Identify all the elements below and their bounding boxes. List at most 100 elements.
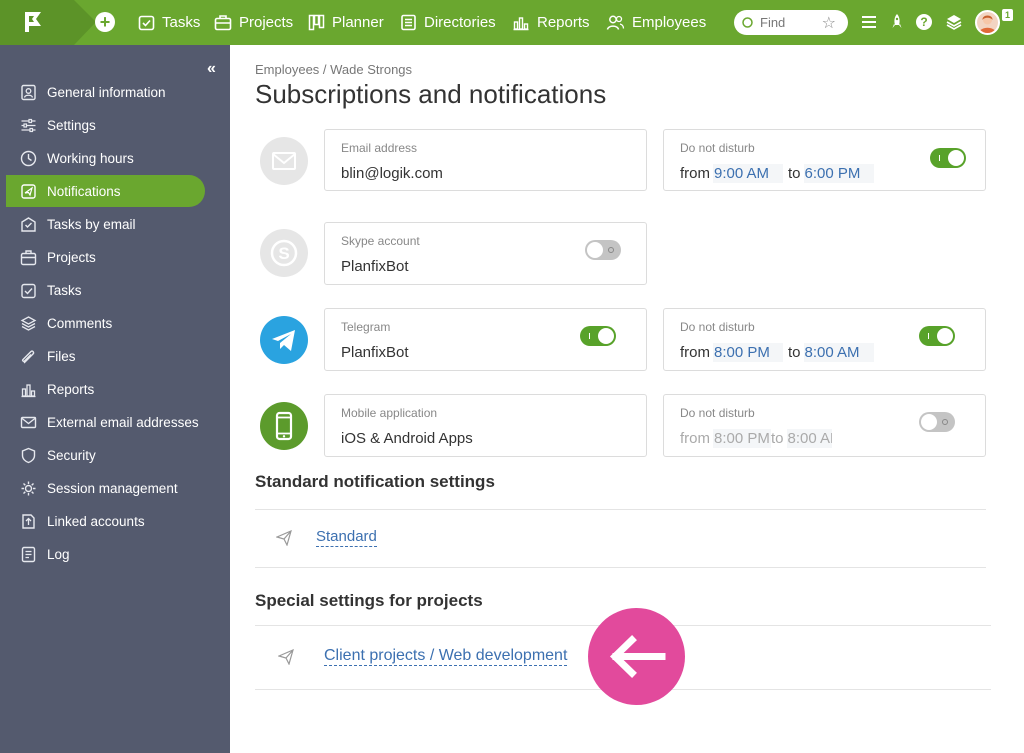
- telegram-label: Telegram: [341, 320, 391, 334]
- email-field[interactable]: blin@logik.com: [341, 165, 443, 182]
- search-placeholder: Find: [760, 15, 786, 30]
- nav-label: Planner: [332, 14, 384, 31]
- nav-reports[interactable]: Reports: [512, 0, 590, 45]
- mobile-field: iOS & Android Apps: [341, 430, 473, 447]
- nav-label: Reports: [537, 14, 590, 31]
- breadcrumb[interactable]: Employees / Wade Strongs: [255, 62, 412, 77]
- nav-label: Directories: [424, 14, 496, 31]
- skype-field[interactable]: PlanfixBot: [341, 258, 409, 275]
- sidebar: « General information Settings Working h…: [0, 45, 230, 753]
- sidebar-item-log[interactable]: Log: [6, 538, 205, 570]
- mobile-dnd-card: Do not disturb from 8:00 PM to 8:00 AM: [663, 394, 986, 457]
- telegram-dnd-toggle[interactable]: [919, 326, 955, 346]
- sidebar-item-label: Reports: [47, 381, 95, 397]
- add-new-icon[interactable]: +: [95, 12, 115, 32]
- sidebar-item-label: Log: [47, 546, 70, 562]
- sidebar-item-linked-accounts[interactable]: Linked accounts: [6, 505, 205, 537]
- directories-icon: [401, 14, 416, 31]
- sidebar-item-notifications[interactable]: Notifications: [6, 175, 205, 207]
- avatar-face-icon: [979, 15, 996, 33]
- shield-icon: [21, 447, 36, 463]
- email-card: Email address blin@logik.com: [324, 129, 647, 191]
- search-box[interactable]: Find ☆: [734, 10, 848, 35]
- skype-toggle[interactable]: [585, 240, 621, 260]
- pointer-annotation: [588, 608, 685, 705]
- divider: [255, 509, 986, 510]
- mobile-card: Mobile application iOS & Android Apps: [324, 394, 647, 457]
- sidebar-item-external-email-addresses[interactable]: External email addresses: [6, 406, 205, 438]
- sidebar-item-tasks-by-email[interactable]: Tasks by email: [6, 208, 205, 240]
- employees-icon: [606, 15, 625, 30]
- collapse-sidebar-icon[interactable]: «: [207, 60, 216, 78]
- mobile-dnd-range: from 8:00 PM to 8:00 AM: [680, 429, 837, 448]
- nav-employees[interactable]: Employees: [606, 0, 706, 45]
- mobile-dnd-start-input[interactable]: 8:00 PM: [713, 429, 771, 448]
- special-settings-row: Client projects / Web development: [278, 647, 568, 666]
- sidebar-item-label: Notifications: [47, 183, 121, 199]
- clock-icon: [20, 150, 37, 166]
- nav-projects[interactable]: Projects: [214, 0, 293, 45]
- sidebar-item-label: Comments: [47, 315, 113, 331]
- rocket-icon[interactable]: [888, 13, 906, 31]
- telegram-channel-icon: [260, 316, 308, 364]
- telegram-toggle[interactable]: [580, 326, 616, 346]
- planfix-logo-icon[interactable]: [22, 10, 44, 34]
- briefcase-icon: [20, 249, 37, 265]
- mobile-dnd-end-input[interactable]: 8:00 AM: [786, 429, 832, 448]
- sidebar-item-reports[interactable]: Reports: [6, 373, 205, 405]
- sidebar-item-tasks[interactable]: Tasks: [6, 274, 205, 306]
- nav-planner[interactable]: Planner: [308, 0, 384, 45]
- sidebar-item-files[interactable]: Files: [6, 340, 205, 372]
- sliders-icon: [21, 118, 36, 132]
- mail-task-icon: [21, 216, 36, 232]
- chart-icon: [21, 383, 36, 397]
- client-projects-link[interactable]: Client projects / Web development: [324, 647, 568, 666]
- email-dnd-end-input[interactable]: 6:00 PM: [803, 164, 874, 183]
- special-settings-title: Special settings for projects: [255, 591, 483, 610]
- dnd-to-label: to: [788, 344, 801, 361]
- dnd-label: Do not disturb: [680, 406, 755, 420]
- menu-icon[interactable]: [860, 13, 878, 31]
- sidebar-item-session-management[interactable]: Session management: [6, 472, 205, 504]
- skype-label: Skype account: [341, 234, 420, 248]
- id-card-icon: [21, 84, 36, 100]
- svg-text:?: ?: [920, 15, 927, 29]
- dnd-label: Do not disturb: [680, 320, 755, 334]
- favorites-star-icon[interactable]: ☆: [822, 13, 836, 33]
- telegram-dnd-start-input[interactable]: 8:00 PM: [713, 343, 783, 362]
- sidebar-item-comments[interactable]: Comments: [6, 307, 205, 339]
- sidebar-item-label: Linked accounts: [47, 513, 145, 529]
- notifications-icon: [21, 183, 36, 199]
- sidebar-item-security[interactable]: Security: [6, 439, 205, 471]
- nav-directories[interactable]: Directories: [400, 0, 496, 45]
- email-label: Email address: [341, 141, 418, 155]
- standard-settings-link[interactable]: Standard: [316, 528, 377, 547]
- sidebar-item-working-hours[interactable]: Working hours: [6, 142, 205, 174]
- sidebar-item-projects[interactable]: Projects: [6, 241, 205, 273]
- sidebar-item-label: External email addresses: [47, 414, 199, 430]
- linked-icon: [22, 513, 35, 529]
- search-icon: [742, 16, 753, 28]
- nav-tasks[interactable]: Tasks: [138, 0, 200, 45]
- user-avatar[interactable]: [975, 10, 1000, 35]
- email-dnd-card: Do not disturb from 9:00 AM to 6:00 PM: [663, 129, 986, 191]
- dnd-to-label: to: [771, 430, 784, 447]
- mobile-dnd-toggle[interactable]: [919, 412, 955, 432]
- mobile-label: Mobile application: [341, 406, 438, 420]
- email-dnd-start-input[interactable]: 9:00 AM: [713, 164, 783, 183]
- email-dnd-toggle[interactable]: [930, 148, 966, 168]
- telegram-field[interactable]: PlanfixBot: [341, 344, 409, 361]
- telegram-dnd-end-input[interactable]: 8:00 AM: [803, 343, 874, 362]
- sidebar-item-settings[interactable]: Settings: [6, 109, 205, 141]
- tasks-icon: [138, 15, 155, 31]
- dnd-from-label: from: [680, 430, 710, 447]
- help-icon[interactable]: ?: [915, 13, 933, 31]
- layers-stack-icon[interactable]: [945, 13, 963, 31]
- checkbox-icon: [21, 283, 36, 298]
- sidebar-item-general-information[interactable]: General information: [6, 76, 205, 108]
- dnd-from-label: from: [680, 165, 710, 182]
- telegram-card: Telegram PlanfixBot: [324, 308, 647, 371]
- notification-count-badge[interactable]: 1: [1002, 9, 1013, 21]
- files-icon: [21, 349, 35, 363]
- sidebar-item-label: Session management: [47, 480, 178, 496]
